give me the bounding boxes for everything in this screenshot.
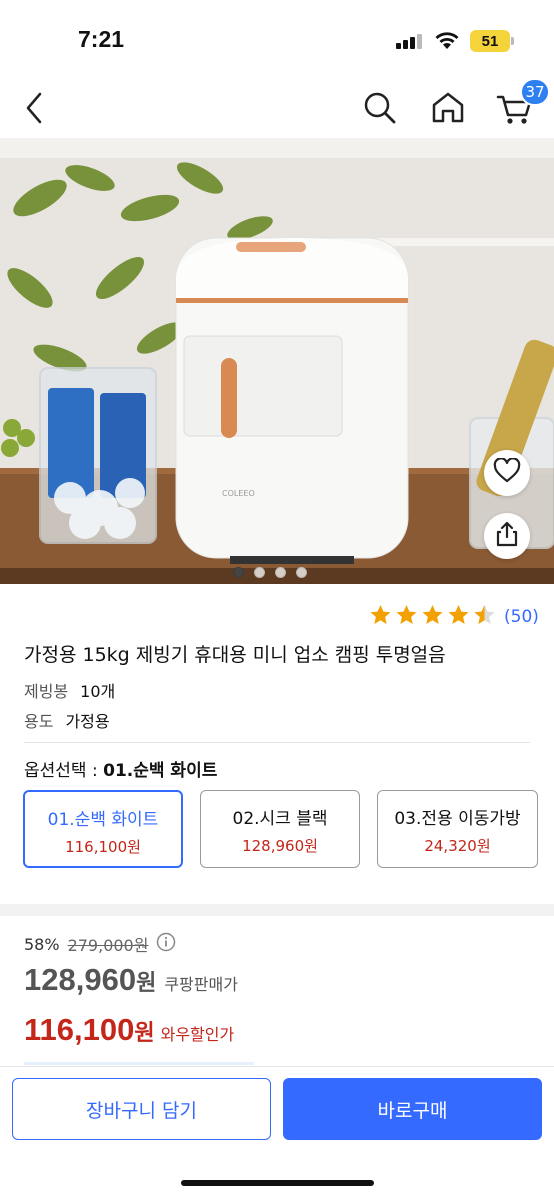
option-selected-value: 01.순백 화이트: [103, 761, 218, 781]
info-icon[interactable]: [156, 932, 176, 956]
status-time: 7:21: [78, 26, 125, 52]
option-label: 옵션선택 : 01.순백 화이트: [24, 756, 217, 781]
option-name: 03.전용 이동가방: [394, 809, 521, 829]
half-star-icon: [472, 603, 498, 631]
option-name: 01.순백 화이트: [47, 810, 159, 830]
option-price: 128,960원: [242, 837, 318, 855]
wow-price-tag: 와우할인가: [160, 1025, 235, 1044]
option-price: 24,320원: [424, 837, 491, 855]
cart-count-badge: 37: [520, 78, 550, 106]
wishlist-button[interactable]: [484, 450, 530, 496]
wow-price-unit: 원: [134, 1021, 155, 1046]
wifi-icon: [434, 30, 460, 54]
option-price: 116,100원: [65, 838, 141, 856]
add-to-cart-button[interactable]: 장바구니 담기: [12, 1078, 271, 1140]
status-bar: 7:21 51: [0, 0, 554, 80]
option-bag[interactable]: 03.전용 이동가방 24,320원: [377, 790, 538, 868]
pagination-dot[interactable]: [296, 567, 307, 578]
section-gap: [0, 904, 554, 916]
buy-now-button[interactable]: 바로구매: [283, 1078, 542, 1140]
spec-key: 제빙봉: [24, 682, 69, 701]
option-name: 02.시크 블랙: [232, 809, 328, 829]
star-icon: [446, 603, 472, 631]
spec-key: 용도: [24, 712, 54, 731]
star-icon: [368, 603, 394, 631]
top-nav: [0, 80, 554, 138]
search-icon[interactable]: [360, 88, 400, 132]
star-icon: [420, 603, 446, 631]
pagination-dot[interactable]: [233, 567, 244, 578]
brand-logo: COLEEO: [222, 489, 255, 498]
original-price: 279,000원: [67, 936, 149, 955]
rating-count[interactable]: (50): [504, 607, 539, 627]
spec-row: 용도 가정용: [24, 708, 110, 732]
home-icon[interactable]: [428, 88, 468, 132]
spec-row: 제빙봉 10개: [24, 678, 115, 702]
wow-price-row: 116,100 원 와우할인가: [24, 1012, 234, 1048]
coupang-price-unit: 원: [136, 971, 157, 996]
coupang-price-row: 128,960 원 쿠팡판매가: [24, 962, 238, 998]
coupang-price-tag: 쿠팡판매가: [164, 975, 238, 994]
discount-rate: 58%: [24, 934, 60, 954]
option-white[interactable]: 01.순백 화이트 116,100원: [23, 790, 183, 868]
product-rating[interactable]: (50): [368, 603, 539, 631]
option-black[interactable]: 02.시크 블랙 128,960원: [200, 790, 360, 868]
share-button[interactable]: [484, 513, 530, 559]
battery-indicator: 51: [470, 30, 510, 52]
pagination-dot[interactable]: [275, 567, 286, 578]
wow-price: 116,100: [24, 1012, 135, 1047]
product-image[interactable]: COLEEO: [0, 138, 554, 584]
coupang-price: 128,960: [24, 962, 137, 997]
option-label-text: 옵션선택 :: [24, 761, 98, 781]
image-pagination: [233, 567, 307, 578]
discount-row: 58% 279,000원: [24, 932, 176, 956]
heart-icon: [493, 457, 521, 488]
pagination-dot[interactable]: [254, 567, 265, 578]
home-indicator[interactable]: [181, 1180, 374, 1186]
faint-bar: [24, 1062, 254, 1065]
signal-icon: [396, 33, 422, 49]
spec-value: 10개: [80, 682, 116, 701]
divider: [24, 742, 530, 743]
share-icon: [494, 520, 520, 552]
product-title: 가정용 15kg 제빙기 휴대용 미니 업소 캠핑 투명얼음: [24, 644, 446, 666]
battery-cap: [511, 37, 514, 45]
star-icon: [394, 603, 420, 631]
back-icon[interactable]: [20, 88, 50, 132]
spec-value: 가정용: [65, 712, 110, 731]
